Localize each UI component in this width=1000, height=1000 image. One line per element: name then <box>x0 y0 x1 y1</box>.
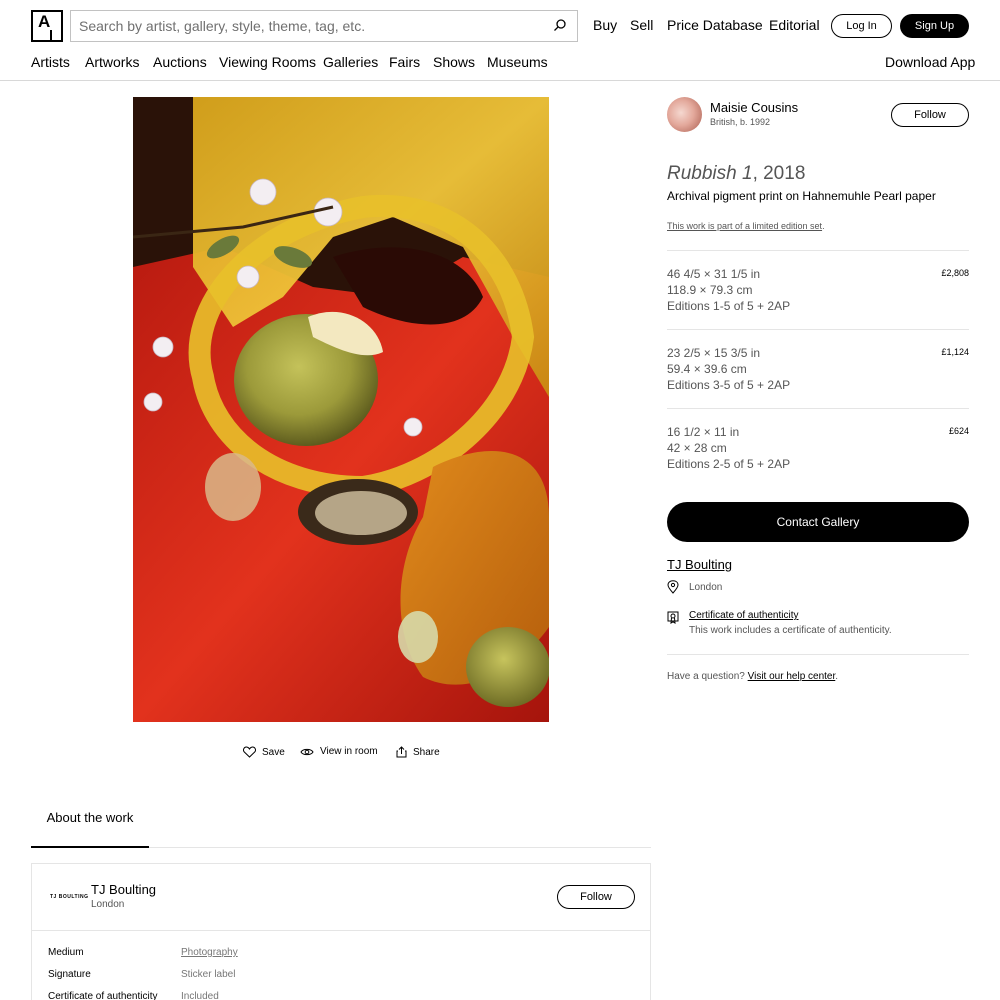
subnav-galleries[interactable]: Galleries <box>323 54 378 70</box>
tab-about-the-work[interactable]: About the work <box>31 810 149 825</box>
view-in-room-label: View in room <box>320 746 378 757</box>
edition-option[interactable]: 23 2/5 × 15 3/5 in 59.4 × 39.6 cm Editio… <box>667 345 790 393</box>
search-input[interactable]: Search by artist, gallery, style, theme,… <box>70 10 578 42</box>
edition-count: Editions 2-5 of 5 + 2AP <box>667 457 791 471</box>
help-prefix: Have a question? <box>667 671 748 682</box>
edition-option[interactable]: 16 1/2 × 11 in 42 × 28 cm Editions 2-5 o… <box>667 424 790 472</box>
nav-price-database[interactable]: Price Database <box>667 17 763 33</box>
download-app-link[interactable]: Download App <box>885 54 975 70</box>
help-text: Have a question? Visit our help center. <box>667 671 838 682</box>
login-button[interactable]: Log In <box>831 14 892 38</box>
subnav-viewing-rooms[interactable]: Viewing Rooms <box>219 54 316 70</box>
gallery-logo: TJ BOULTING <box>50 894 89 900</box>
gallery-location-text: London <box>689 581 723 593</box>
certificate-description: This work includes a certificate of auth… <box>689 625 892 636</box>
certificate-link[interactable]: Certificate of authenticity <box>689 610 799 621</box>
subnav-artworks[interactable]: Artworks <box>85 54 139 70</box>
gallery-location: London <box>667 580 722 594</box>
location-pin-icon <box>667 580 679 594</box>
card-divider <box>32 930 650 931</box>
eye-icon <box>300 748 314 755</box>
spec-value: Included <box>181 991 219 1000</box>
artist-bio: British, b. 1992 <box>710 117 771 127</box>
share-label: Share <box>413 746 440 758</box>
share-button[interactable]: Share <box>396 746 440 758</box>
edition-dimensions-cm: 42 × 28 cm <box>667 441 727 455</box>
gallery-card: TJ BOULTING TJ Boulting London Follow Me… <box>31 863 651 1000</box>
help-center-link[interactable]: Visit our help center <box>748 671 836 682</box>
edition-dimensions-cm: 59.4 × 39.6 cm <box>667 362 747 376</box>
spec-label: Signature <box>48 969 91 980</box>
nav-buy[interactable]: Buy <box>593 17 617 33</box>
tab-active-indicator <box>31 846 149 848</box>
spec-value: Sticker label <box>181 969 236 980</box>
subnav-artists[interactable]: Artists <box>31 54 70 70</box>
divider <box>667 654 969 655</box>
divider <box>667 250 969 251</box>
save-label: Save <box>262 746 285 758</box>
divider <box>667 408 969 409</box>
header-divider <box>0 80 1000 81</box>
nav-sell[interactable]: Sell <box>630 17 653 33</box>
edition-count: Editions 1-5 of 5 + 2AP <box>667 299 791 313</box>
contact-gallery-button[interactable]: Contact Gallery <box>667 502 969 542</box>
gallery-card-name[interactable]: TJ Boulting <box>91 882 156 897</box>
share-icon <box>396 746 407 758</box>
logo-mark <box>50 30 52 42</box>
certificate-icon <box>667 611 679 624</box>
subnav-fairs[interactable]: Fairs <box>389 54 420 70</box>
signup-button[interactable]: Sign Up <box>900 14 969 38</box>
artwork-year: , 2018 <box>752 163 806 184</box>
edition-option[interactable]: 46 4/5 × 31 1/5 in 118.9 × 79.3 cm Editi… <box>667 266 790 314</box>
save-button[interactable]: Save <box>243 746 285 758</box>
subnav-auctions[interactable]: Auctions <box>153 54 207 70</box>
gallery-name-link[interactable]: TJ Boulting <box>667 557 732 572</box>
search-icon[interactable] <box>553 18 567 32</box>
artsy-logo[interactable]: A <box>31 10 63 42</box>
artwork-medium: Archival pigment print on Hahnemuhle Pea… <box>667 189 936 203</box>
artwork-title: Rubbish 1, 2018 <box>667 163 805 185</box>
subnav-shows[interactable]: Shows <box>433 54 475 70</box>
edition-count: Editions 3-5 of 5 + 2AP <box>667 378 791 392</box>
search-placeholder: Search by artist, gallery, style, theme,… <box>79 18 366 34</box>
edition-dimensions-in: 46 4/5 × 31 1/5 in <box>667 267 761 281</box>
edition-dimensions-in: 16 1/2 × 11 in <box>667 425 740 439</box>
help-suffix: . <box>835 671 839 682</box>
edition-price: £624 <box>948 426 969 436</box>
edition-price: £1,124 <box>941 347 969 357</box>
divider <box>667 329 969 330</box>
artwork-image[interactable] <box>133 97 549 722</box>
edition-note: This work is part of a limited edition s… <box>667 221 825 231</box>
artwork-title-text: Rubbish 1 <box>667 163 753 184</box>
spec-label: Certificate of authenticity <box>48 991 158 1000</box>
spec-label: Medium <box>48 947 84 958</box>
avatar[interactable] <box>667 97 702 132</box>
logo-letter: A <box>38 12 51 31</box>
edition-note-link[interactable]: This work is part of a limited edition s… <box>667 221 822 231</box>
follow-gallery-button[interactable]: Follow <box>557 885 635 909</box>
edition-dimensions-in: 23 2/5 × 15 3/5 in <box>667 346 761 360</box>
heart-icon <box>243 746 256 758</box>
artist-name[interactable]: Maisie Cousins <box>710 100 798 115</box>
edition-note-end: . <box>822 221 825 231</box>
spec-value-link[interactable]: Photography <box>181 947 238 958</box>
view-in-room-button[interactable]: View in room <box>300 746 378 757</box>
follow-artist-button[interactable]: Follow <box>891 103 969 127</box>
subnav-museums[interactable]: Museums <box>487 54 548 70</box>
edition-price: £2,808 <box>941 268 969 278</box>
gallery-card-location: London <box>91 899 125 910</box>
edition-dimensions-cm: 118.9 × 79.3 cm <box>667 283 753 297</box>
nav-editorial[interactable]: Editorial <box>769 17 820 33</box>
